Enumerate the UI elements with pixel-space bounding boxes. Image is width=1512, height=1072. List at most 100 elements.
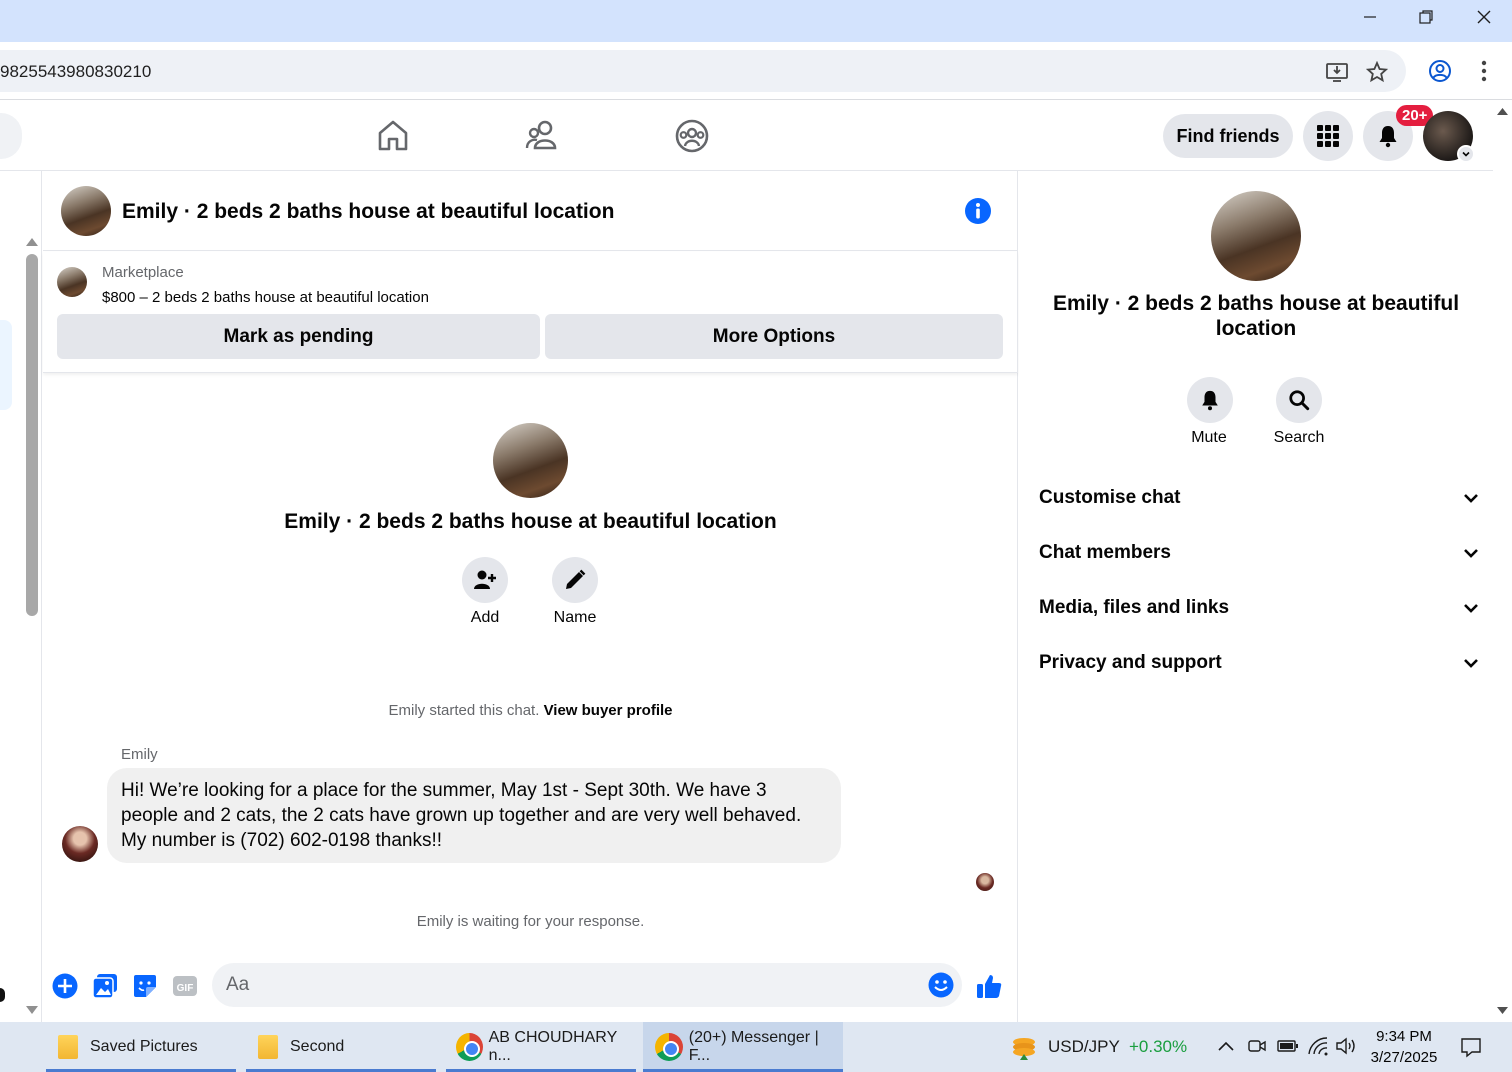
taskbar-label: Second — [290, 1038, 345, 1055]
more-options-button[interactable]: More Options — [545, 314, 1003, 359]
folder-icon — [58, 1035, 78, 1059]
restore-icon[interactable] — [1398, 0, 1454, 34]
add-label: Add — [470, 609, 500, 626]
coins-icon[interactable] — [1010, 1034, 1038, 1062]
windows-taskbar: Saved Pictures Second AB CHOUDHARY n... … — [0, 1022, 1512, 1072]
taskbar-label: Saved Pictures — [90, 1038, 198, 1055]
folder-icon — [258, 1035, 278, 1059]
taskbar-saved-pictures[interactable]: Saved Pictures — [46, 1022, 236, 1072]
conversation-title: Emily · 2 beds 2 baths house at beautifu… — [284, 510, 777, 533]
scroll-up-icon[interactable] — [1497, 107, 1508, 115]
message-input[interactable] — [226, 971, 916, 999]
marketplace-card: Marketplace $800 – 2 beds 2 baths house … — [43, 252, 1018, 373]
chrome-icon — [655, 1033, 683, 1061]
svg-text:GIF: GIF — [177, 983, 194, 994]
marketplace-label: Marketplace — [102, 264, 184, 281]
groups-icon[interactable] — [674, 118, 710, 154]
emoji-icon[interactable] — [927, 971, 955, 999]
plus-circle-icon[interactable] — [51, 972, 79, 1000]
sticker-icon[interactable] — [131, 972, 159, 1000]
message-composer[interactable] — [212, 963, 962, 1007]
friends-icon[interactable] — [525, 118, 561, 154]
chat-members-row[interactable]: Chat members — [1039, 533, 1479, 573]
chrome-icon — [456, 1033, 483, 1061]
address-bar[interactable]: 98255439808302​10 — [0, 50, 1406, 92]
scroll-down-icon[interactable] — [1497, 1007, 1508, 1015]
search-field-stub[interactable] — [0, 113, 22, 159]
chat-column: Emily · 2 beds 2 baths house at beautifu… — [43, 171, 1018, 1022]
add-person-button[interactable] — [462, 557, 508, 603]
wifi-icon[interactable] — [1307, 1036, 1329, 1061]
conversation-avatar[interactable] — [493, 423, 568, 498]
menu-dots-icon[interactable] — [1474, 57, 1494, 85]
list-scroll-down-icon[interactable] — [26, 1006, 38, 1015]
notification-center-icon[interactable] — [1460, 1036, 1482, 1063]
gif-icon[interactable]: GIF — [171, 972, 199, 1000]
info-icon[interactable] — [964, 197, 992, 225]
info-title: Emily · 2 beds 2 baths house at beautifu… — [1052, 292, 1460, 340]
system-clock[interactable]: 9:34 PM 3/27/2025 — [1362, 1026, 1446, 1068]
chat-avatar[interactable] — [61, 186, 111, 236]
page-scrollbar[interactable] — [1493, 101, 1512, 1022]
waiting-notice: Emily is waiting for your response. — [416, 913, 645, 930]
privacy-support-row[interactable]: Privacy and support — [1039, 643, 1479, 683]
ticker-label[interactable]: USD/JPY — [1048, 1037, 1120, 1057]
install-app-icon[interactable] — [1326, 61, 1348, 83]
info-avatar[interactable] — [1211, 191, 1301, 281]
customise-chat-label: Customise chat — [1039, 487, 1181, 508]
taskbar-chrome-messenger[interactable]: (20+) Messenger | F... — [643, 1022, 843, 1072]
bookmark-star-icon[interactable] — [1365, 60, 1389, 83]
tray-chevron-up-icon[interactable] — [1217, 1039, 1235, 1057]
chevron-down-icon — [1464, 549, 1478, 558]
mark-as-pending-button[interactable]: Mark as pending — [57, 314, 540, 359]
mute-button[interactable] — [1187, 377, 1233, 423]
customise-chat-row[interactable]: Customise chat — [1039, 478, 1479, 518]
close-icon[interactable] — [1456, 0, 1512, 34]
chat-info-panel: Emily · 2 beds 2 baths house at beautifu… — [1019, 171, 1493, 1022]
chat-list-scrollbar[interactable] — [26, 254, 38, 616]
bell-icon — [1202, 390, 1218, 411]
view-buyer-profile-link[interactable]: View buyer profile — [544, 702, 673, 719]
like-thumb-icon[interactable] — [975, 972, 1003, 1000]
message-bubble[interactable]: Hi! We’re looking for a place for the su… — [107, 768, 841, 863]
search-button[interactable] — [1276, 377, 1322, 423]
home-icon[interactable] — [375, 118, 411, 154]
browser-titlebar — [0, 0, 1512, 42]
clock-date: 3/27/2025 — [1370, 1049, 1438, 1066]
listing-title[interactable]: $800 – 2 beds 2 baths house at beautiful… — [102, 289, 429, 306]
chat-title[interactable]: Emily · 2 beds 2 baths house at beautifu… — [122, 200, 614, 224]
clock-time: 9:34 PM — [1376, 1028, 1432, 1045]
meet-now-icon[interactable] — [1248, 1037, 1266, 1060]
pencil-icon — [566, 569, 586, 589]
facebook-top-nav: Find friends — [0, 101, 1493, 171]
taskbar-label: AB CHOUDHARY n... — [488, 1029, 617, 1064]
sender-avatar[interactable] — [62, 826, 98, 862]
profile-icon[interactable] — [1428, 59, 1452, 83]
seen-receipt-avatar — [976, 873, 994, 891]
privacy-support-label: Privacy and support — [1039, 652, 1222, 673]
taskbar-chrome-choudhary[interactable]: AB CHOUDHARY n... — [446, 1022, 636, 1072]
chevron-down-icon — [1464, 494, 1478, 503]
chat-members-label: Chat members — [1039, 542, 1171, 563]
volume-icon[interactable] — [1335, 1037, 1357, 1060]
chat-started-notice: Emily started this chat. View buyer prof… — [43, 702, 1018, 719]
url-text[interactable]: 98255439808302​10 — [0, 62, 151, 82]
edit-name-button[interactable] — [552, 557, 598, 603]
chevron-down-icon[interactable] — [1457, 145, 1475, 163]
listing-thumbnail[interactable] — [57, 267, 87, 297]
chat-header: Emily · 2 beds 2 baths house at beautifu… — [43, 171, 1018, 251]
taskbar-label: (20+) Messenger | F... — [688, 1029, 819, 1064]
taskbar-second[interactable]: Second — [246, 1022, 436, 1072]
list-scroll-up-icon[interactable] — [26, 237, 38, 246]
menu-grid-icon[interactable] — [1303, 111, 1353, 161]
ticker-change[interactable]: +0.30% — [1129, 1037, 1187, 1057]
selected-chat-highlight[interactable] — [0, 320, 12, 410]
chevron-down-icon — [1464, 604, 1478, 613]
media-files-links-row[interactable]: Media, files and links — [1039, 588, 1479, 628]
battery-icon[interactable] — [1277, 1039, 1299, 1058]
minimize-icon[interactable] — [1342, 0, 1398, 34]
browser-toolbar: 98255439808302​10 — [0, 42, 1512, 100]
find-friends-button[interactable]: Find friends — [1163, 114, 1293, 158]
image-icon[interactable] — [91, 972, 119, 1000]
started-text: Emily started this chat. — [388, 702, 540, 719]
